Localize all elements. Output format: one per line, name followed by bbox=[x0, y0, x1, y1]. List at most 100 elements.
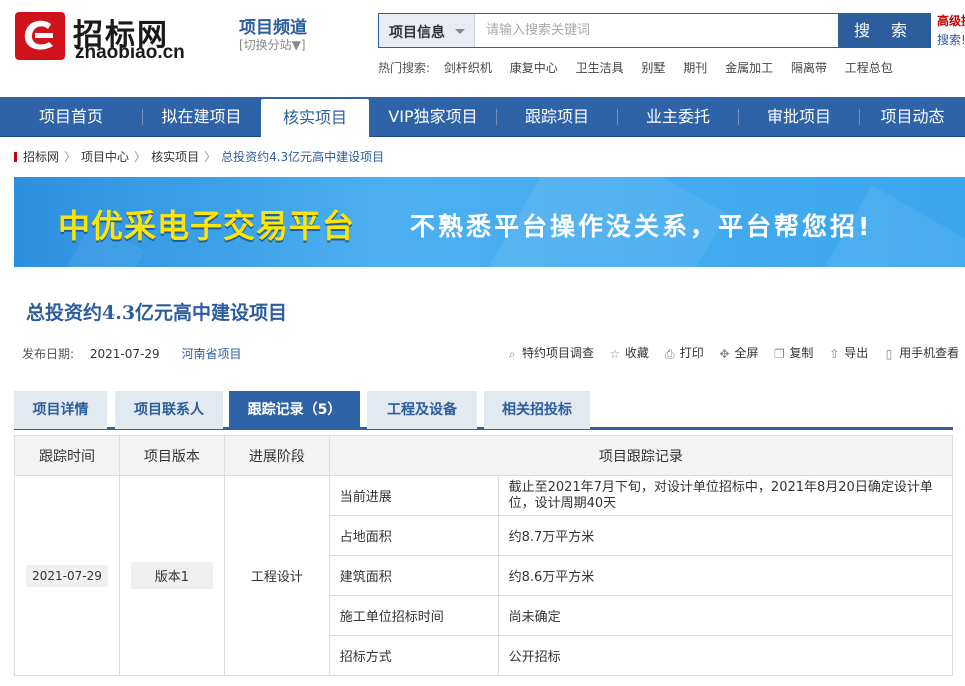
tool-label: 收藏 bbox=[624, 346, 649, 360]
detail-tabs: 项目详情 项目联系人 跟踪记录（5） 工程及设备 相关招投标 bbox=[14, 391, 953, 430]
breadcrumb-item[interactable]: 招标网 bbox=[23, 150, 59, 164]
hot-search-item[interactable]: 别墅 bbox=[641, 61, 665, 75]
nav-item-home[interactable]: 项目首页 bbox=[0, 97, 142, 137]
search-button[interactable]: 搜 索 bbox=[838, 13, 931, 48]
record-value: 约8.6万平方米 bbox=[497, 555, 954, 596]
tab-equipment[interactable]: 工程及设备 bbox=[367, 391, 477, 429]
site-logo[interactable]: 招标网 zhaobiao.cn bbox=[15, 12, 193, 64]
tool-label: 用手机查看 bbox=[899, 346, 960, 360]
hot-search-item[interactable]: 金属加工 bbox=[725, 61, 773, 75]
record-label: 当前进展 bbox=[328, 475, 499, 516]
banner-title: 中优采电子交易平台 bbox=[58, 207, 356, 245]
tab-details[interactable]: 项目详情 bbox=[14, 391, 107, 429]
nav-item-verified[interactable]: 核实项目 bbox=[261, 99, 369, 137]
hot-search-item[interactable]: 工程总包 bbox=[845, 61, 893, 75]
ad-banner[interactable]: 中优采电子交易平台 不熟悉平台操作没关系，平台帮您招! bbox=[14, 177, 965, 267]
version-cell: 版本1 bbox=[118, 475, 225, 676]
survey-button[interactable]: ⌕ 特约项目调查 bbox=[506, 344, 594, 361]
record-label: 招标方式 bbox=[328, 635, 499, 676]
record-label: 占地面积 bbox=[328, 515, 499, 556]
search-category-select[interactable]: 项目信息 bbox=[379, 14, 475, 47]
hot-search-item[interactable]: 隔离带 bbox=[791, 61, 827, 75]
publish-date-label: 发布日期: bbox=[22, 347, 75, 361]
hot-search-item[interactable]: 康复中心 bbox=[510, 61, 558, 75]
tracking-date-cell: 2021-07-29 bbox=[14, 475, 120, 676]
mobile-view-button[interactable]: ▯ 用手机查看 bbox=[883, 344, 959, 361]
tab-related-bids[interactable]: 相关招投标 bbox=[484, 391, 590, 429]
record-value: 约8.7万平方米 bbox=[497, 515, 954, 556]
export-icon: ⇧ bbox=[829, 347, 840, 361]
region-link[interactable]: 河南省项目 bbox=[181, 347, 241, 361]
tool-label: 特约项目调查 bbox=[522, 346, 595, 360]
hot-search-item[interactable]: 剑杆织机 bbox=[444, 61, 492, 75]
export-button[interactable]: ⇧ 导出 bbox=[828, 344, 868, 361]
tab-contacts[interactable]: 项目联系人 bbox=[115, 391, 223, 429]
record-value: 尚未确定 bbox=[497, 595, 954, 636]
print-button[interactable]: ⎙ 打印 bbox=[664, 344, 704, 361]
project-title: 总投资约4.3亿元高中建设项目 bbox=[26, 302, 288, 324]
column-header: 项目版本 bbox=[118, 435, 225, 476]
record-value: 截止至2021年7月下旬，对设计单位招标中，2021年8月20日确定设计单位，设… bbox=[497, 475, 954, 516]
search-box: 项目信息 搜 索 bbox=[378, 13, 931, 48]
column-header: 跟踪时间 bbox=[14, 435, 120, 476]
print-icon: ⎙ bbox=[664, 347, 675, 361]
breadcrumb: 招标网〉项目中心〉核实项目〉总投资约4.3亿元高中建设项目 bbox=[14, 148, 384, 165]
breadcrumb-marker bbox=[14, 152, 17, 162]
record-value: 公开招标 bbox=[497, 635, 954, 676]
banner-subtitle: 不熟悉平台操作没关系，平台帮您招! bbox=[410, 212, 873, 241]
tool-label: 复制 bbox=[789, 346, 814, 360]
fullscreen-icon: ✥ bbox=[719, 347, 730, 361]
publish-date: 2021-07-29 bbox=[89, 347, 160, 361]
tracking-table: 跟踪时间 项目版本 进展阶段 项目跟踪记录 2021-07-29 版本1 工程设… bbox=[14, 435, 954, 676]
tab-tracking[interactable]: 跟踪记录（5） bbox=[229, 391, 360, 429]
search-more-link[interactable]: 搜索! bbox=[937, 31, 965, 48]
header: 招标网 zhaobiao.cn 项目频道 [切换分站▼] 项目信息 搜 索 高级… bbox=[0, 0, 965, 97]
nav-item-vip[interactable]: VIP独家项目 bbox=[370, 97, 496, 137]
logo-text-en: zhaobiao.cn bbox=[75, 42, 185, 63]
nav-item-tracking[interactable]: 跟踪项目 bbox=[497, 97, 617, 137]
project-meta: 发布日期: 2021-07-29 河南省项目 bbox=[22, 345, 241, 362]
search-input[interactable] bbox=[476, 14, 836, 47]
tool-label: 导出 bbox=[844, 346, 869, 360]
copy-icon: ❐ bbox=[773, 347, 785, 361]
table-header-row: 跟踪时间 项目版本 进展阶段 项目跟踪记录 bbox=[14, 435, 954, 476]
chevron-down-icon bbox=[455, 29, 465, 34]
copy-button[interactable]: ❐ 复制 bbox=[773, 344, 813, 361]
tracking-date: 2021-07-29 bbox=[26, 564, 108, 587]
tool-label: 打印 bbox=[679, 346, 704, 360]
toolbar: ⌕ 特约项目调查 ☆ 收藏 ⎙ 打印 ✥ 全屏 ❐ 复制 ⇧ 导出 ▯ 用手机查看 bbox=[506, 344, 959, 361]
table-row: 2021-07-29 版本1 工程设计 当前进展 截止至2021年7月下旬，对设… bbox=[14, 475, 954, 676]
hot-search-label: 热门搜索: bbox=[378, 61, 431, 75]
breadcrumb-separator: 〉 bbox=[134, 150, 147, 164]
nav-item-approval[interactable]: 审批项目 bbox=[739, 97, 859, 137]
advanced-search-link[interactable]: 高级搜 bbox=[937, 12, 965, 29]
breadcrumb-separator: 〉 bbox=[64, 150, 77, 164]
nav-item-news[interactable]: 项目动态 bbox=[860, 97, 965, 137]
breadcrumb-current: 总投资约4.3亿元高中建设项目 bbox=[221, 150, 385, 164]
favorite-button[interactable]: ☆ 收藏 bbox=[609, 344, 649, 361]
nav-item-planned[interactable]: 拟在建项目 bbox=[143, 97, 260, 137]
channel-switch-link[interactable]: [切换分站▼] bbox=[239, 36, 306, 53]
mobile-icon: ▯ bbox=[885, 347, 893, 361]
search-category-label: 项目信息 bbox=[389, 25, 445, 41]
breadcrumb-item[interactable]: 核实项目 bbox=[151, 150, 199, 164]
record-label: 建筑面积 bbox=[328, 555, 499, 596]
record-label: 施工单位招标时间 bbox=[328, 595, 499, 636]
breadcrumb-item[interactable]: 项目中心 bbox=[81, 150, 129, 164]
logo-mark-icon bbox=[15, 12, 65, 60]
star-icon: ☆ bbox=[609, 347, 621, 361]
stage-cell: 工程设计 bbox=[223, 475, 330, 676]
column-header: 进展阶段 bbox=[223, 435, 330, 476]
fullscreen-button[interactable]: ✥ 全屏 bbox=[719, 344, 759, 361]
nav-item-owner-entrust[interactable]: 业主委托 bbox=[618, 97, 738, 137]
breadcrumb-separator: 〉 bbox=[204, 150, 217, 164]
hot-search-item[interactable]: 期刊 bbox=[683, 61, 707, 75]
version-badge: 版本1 bbox=[130, 562, 214, 589]
hot-search-item[interactable]: 卫生洁具 bbox=[576, 61, 624, 75]
channel-title: 项目频道 bbox=[239, 18, 307, 38]
column-header: 项目跟踪记录 bbox=[328, 435, 954, 476]
search-icon: ⌕ bbox=[508, 347, 516, 361]
main-nav: 项目首页 拟在建项目 核实项目 VIP独家项目 跟踪项目 业主委托 审批项目 项… bbox=[0, 97, 965, 137]
hot-search: 热门搜索: 剑杆织机 康复中心 卫生洁具 别墅 期刊 金属加工 隔离带 工程总包 bbox=[378, 59, 907, 76]
tool-label: 全屏 bbox=[734, 346, 759, 360]
